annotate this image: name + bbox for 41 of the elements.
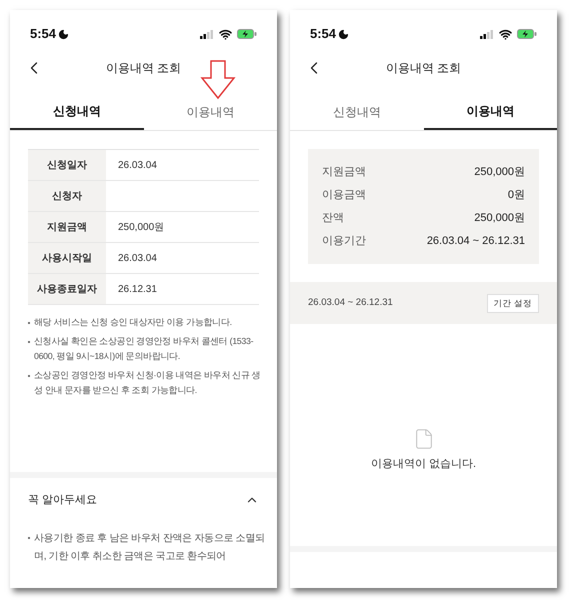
table-cell: 신청자 <box>28 181 106 211</box>
signal-icon <box>480 30 494 38</box>
wifi-icon <box>499 28 512 40</box>
status-time: 5:54 <box>30 25 56 44</box>
summary-value: 0원 <box>508 188 525 203</box>
summary-value: 250,000원 <box>474 165 525 180</box>
tab[interactable]: 신청내역 <box>290 94 424 130</box>
table-cell-text: 26.03.04 <box>118 158 157 172</box>
summary-value: 26.03.04 ~ 26.12.31 <box>426 234 525 249</box>
note-text: 신청사실 확인은 소상공인 경영안정 바우처 콜센터 (1533-0600, 평일 9시~18시)에 문의바랍니다. <box>34 335 254 363</box>
signal-icon <box>200 30 214 38</box>
table-cell: 사용시작일 <box>28 243 106 273</box>
note-text: 소상공인 경영안정 바우처 신청·이용 내역은 바우처 신규 생성 안내 문자를 받으신 후 조회 가능합니다. <box>34 369 262 397</box>
battery-icon <box>237 29 257 39</box>
note-text: 해당 서비스는 신청 승인 대상자만 이용 가능합니다. <box>34 316 232 329</box>
moon-icon <box>338 28 350 40</box>
notice-text: 사용기한 종료 후 남은 바우처 잔액은 자동으로 소멸되며, 기한 이후 취소한 금액은 국고로 환수되어 <box>34 532 266 564</box>
page-title: 이용내역 조회 <box>106 60 182 77</box>
summary-label: 잔액 <box>322 211 344 226</box>
empty-message: 이용내역이 없습니다. <box>370 456 476 472</box>
summary-value: 250,000원 <box>474 211 525 226</box>
tab[interactable]: 이용내역 <box>424 94 557 130</box>
page-title: 이용내역 조회 <box>386 60 462 77</box>
section-title: 꼭 알아두세요 <box>28 492 98 508</box>
battery-icon <box>517 29 537 39</box>
table-cell: 지원금액 <box>28 212 106 242</box>
summary-label: 이용기간 <box>322 234 366 249</box>
moon-icon <box>58 28 70 40</box>
period-button[interactable]: 기간 설정 <box>486 294 539 312</box>
tab[interactable]: 신청내역 <box>10 94 144 130</box>
table-cell-text: 26.12.31 <box>118 282 157 296</box>
summary-label: 이용금액 <box>322 188 366 203</box>
tab[interactable]: 이용내역 <box>144 94 277 130</box>
table-cell-text: 250,000원 <box>118 220 164 234</box>
summary-label: 지원금액 <box>322 165 366 180</box>
table-cell: 사용종료일자 <box>28 274 106 304</box>
wifi-icon <box>219 28 232 40</box>
status-time: 5:54 <box>310 25 336 44</box>
table-cell-text: 26.03.04 <box>118 252 157 266</box>
period-text: 26.03.04 ~ 26.12.31 <box>308 296 393 310</box>
table-cell: 신청일자 <box>28 150 106 180</box>
